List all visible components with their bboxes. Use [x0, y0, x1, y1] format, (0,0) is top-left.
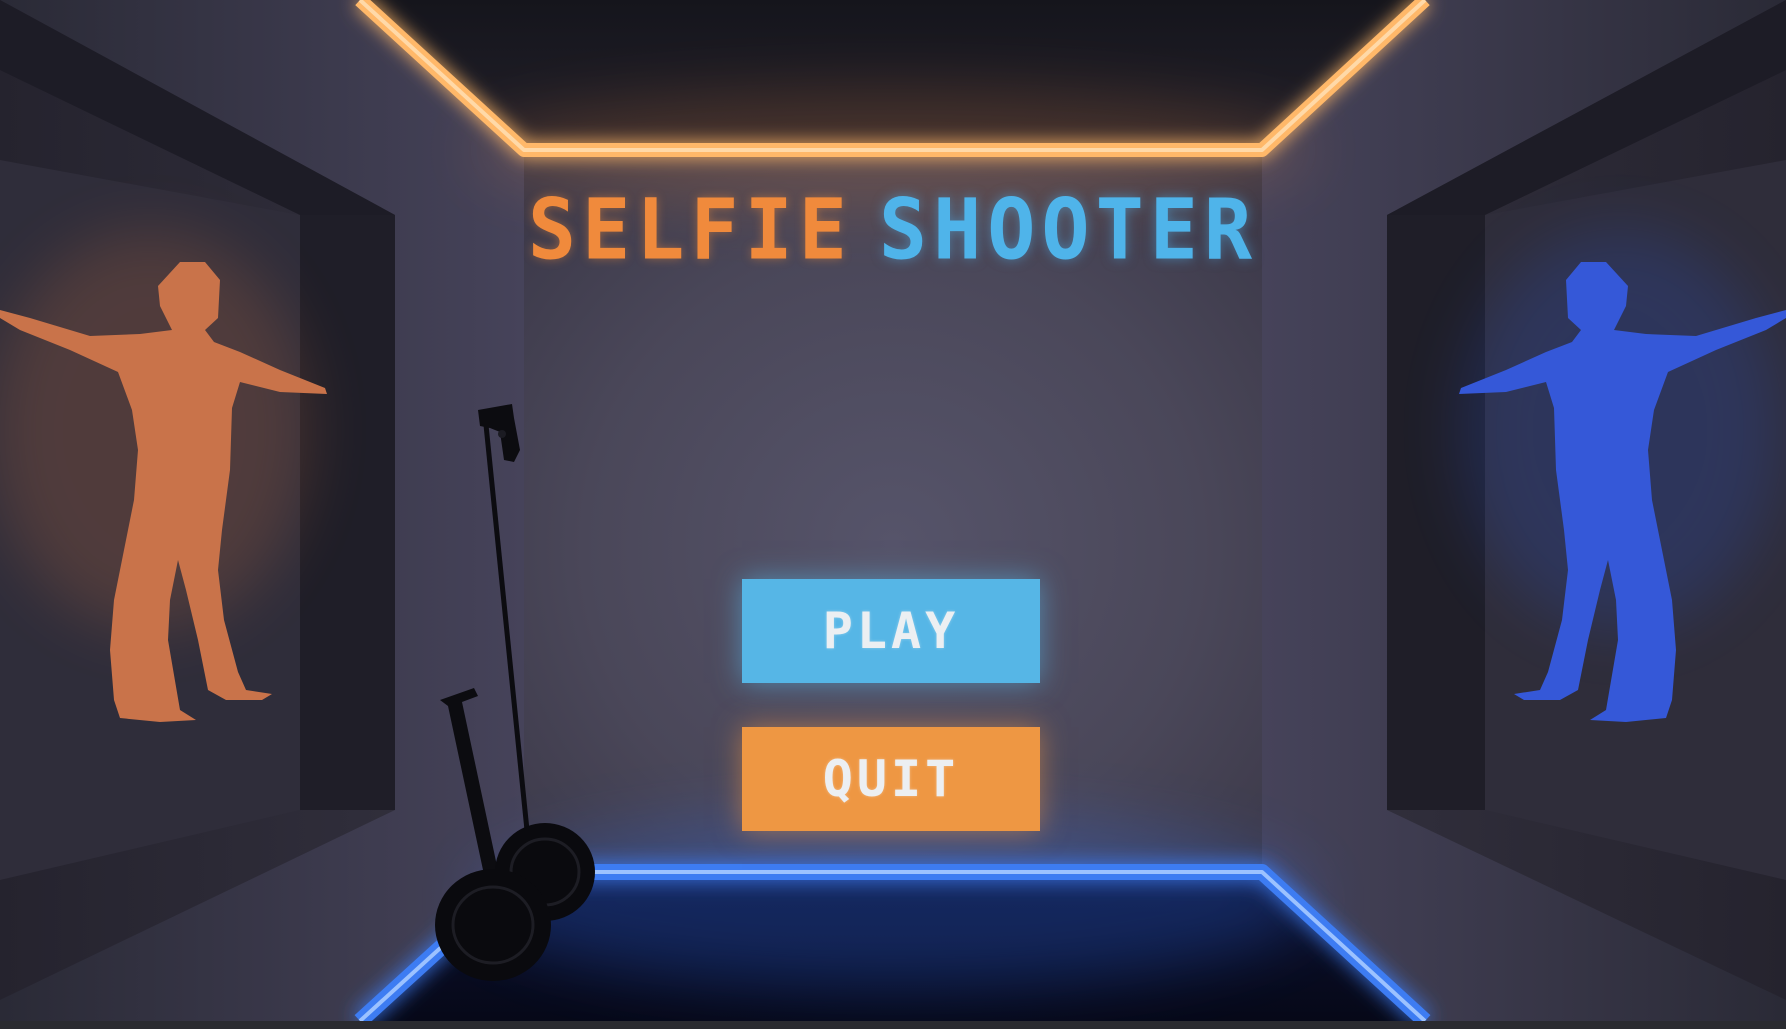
game-main-menu-screen: SELFIE SHOOTER PLAY QUIT	[0, 0, 1786, 1029]
quit-button[interactable]: QUIT	[742, 727, 1040, 831]
title-word-selfie: SELFIE	[527, 180, 853, 279]
bottom-edge-bar	[0, 1021, 1786, 1029]
title-word-shooter: SHOOTER	[878, 180, 1259, 279]
game-title: SELFIE SHOOTER	[0, 178, 1786, 283]
play-button[interactable]: PLAY	[742, 579, 1040, 683]
room-background	[0, 0, 1786, 1029]
